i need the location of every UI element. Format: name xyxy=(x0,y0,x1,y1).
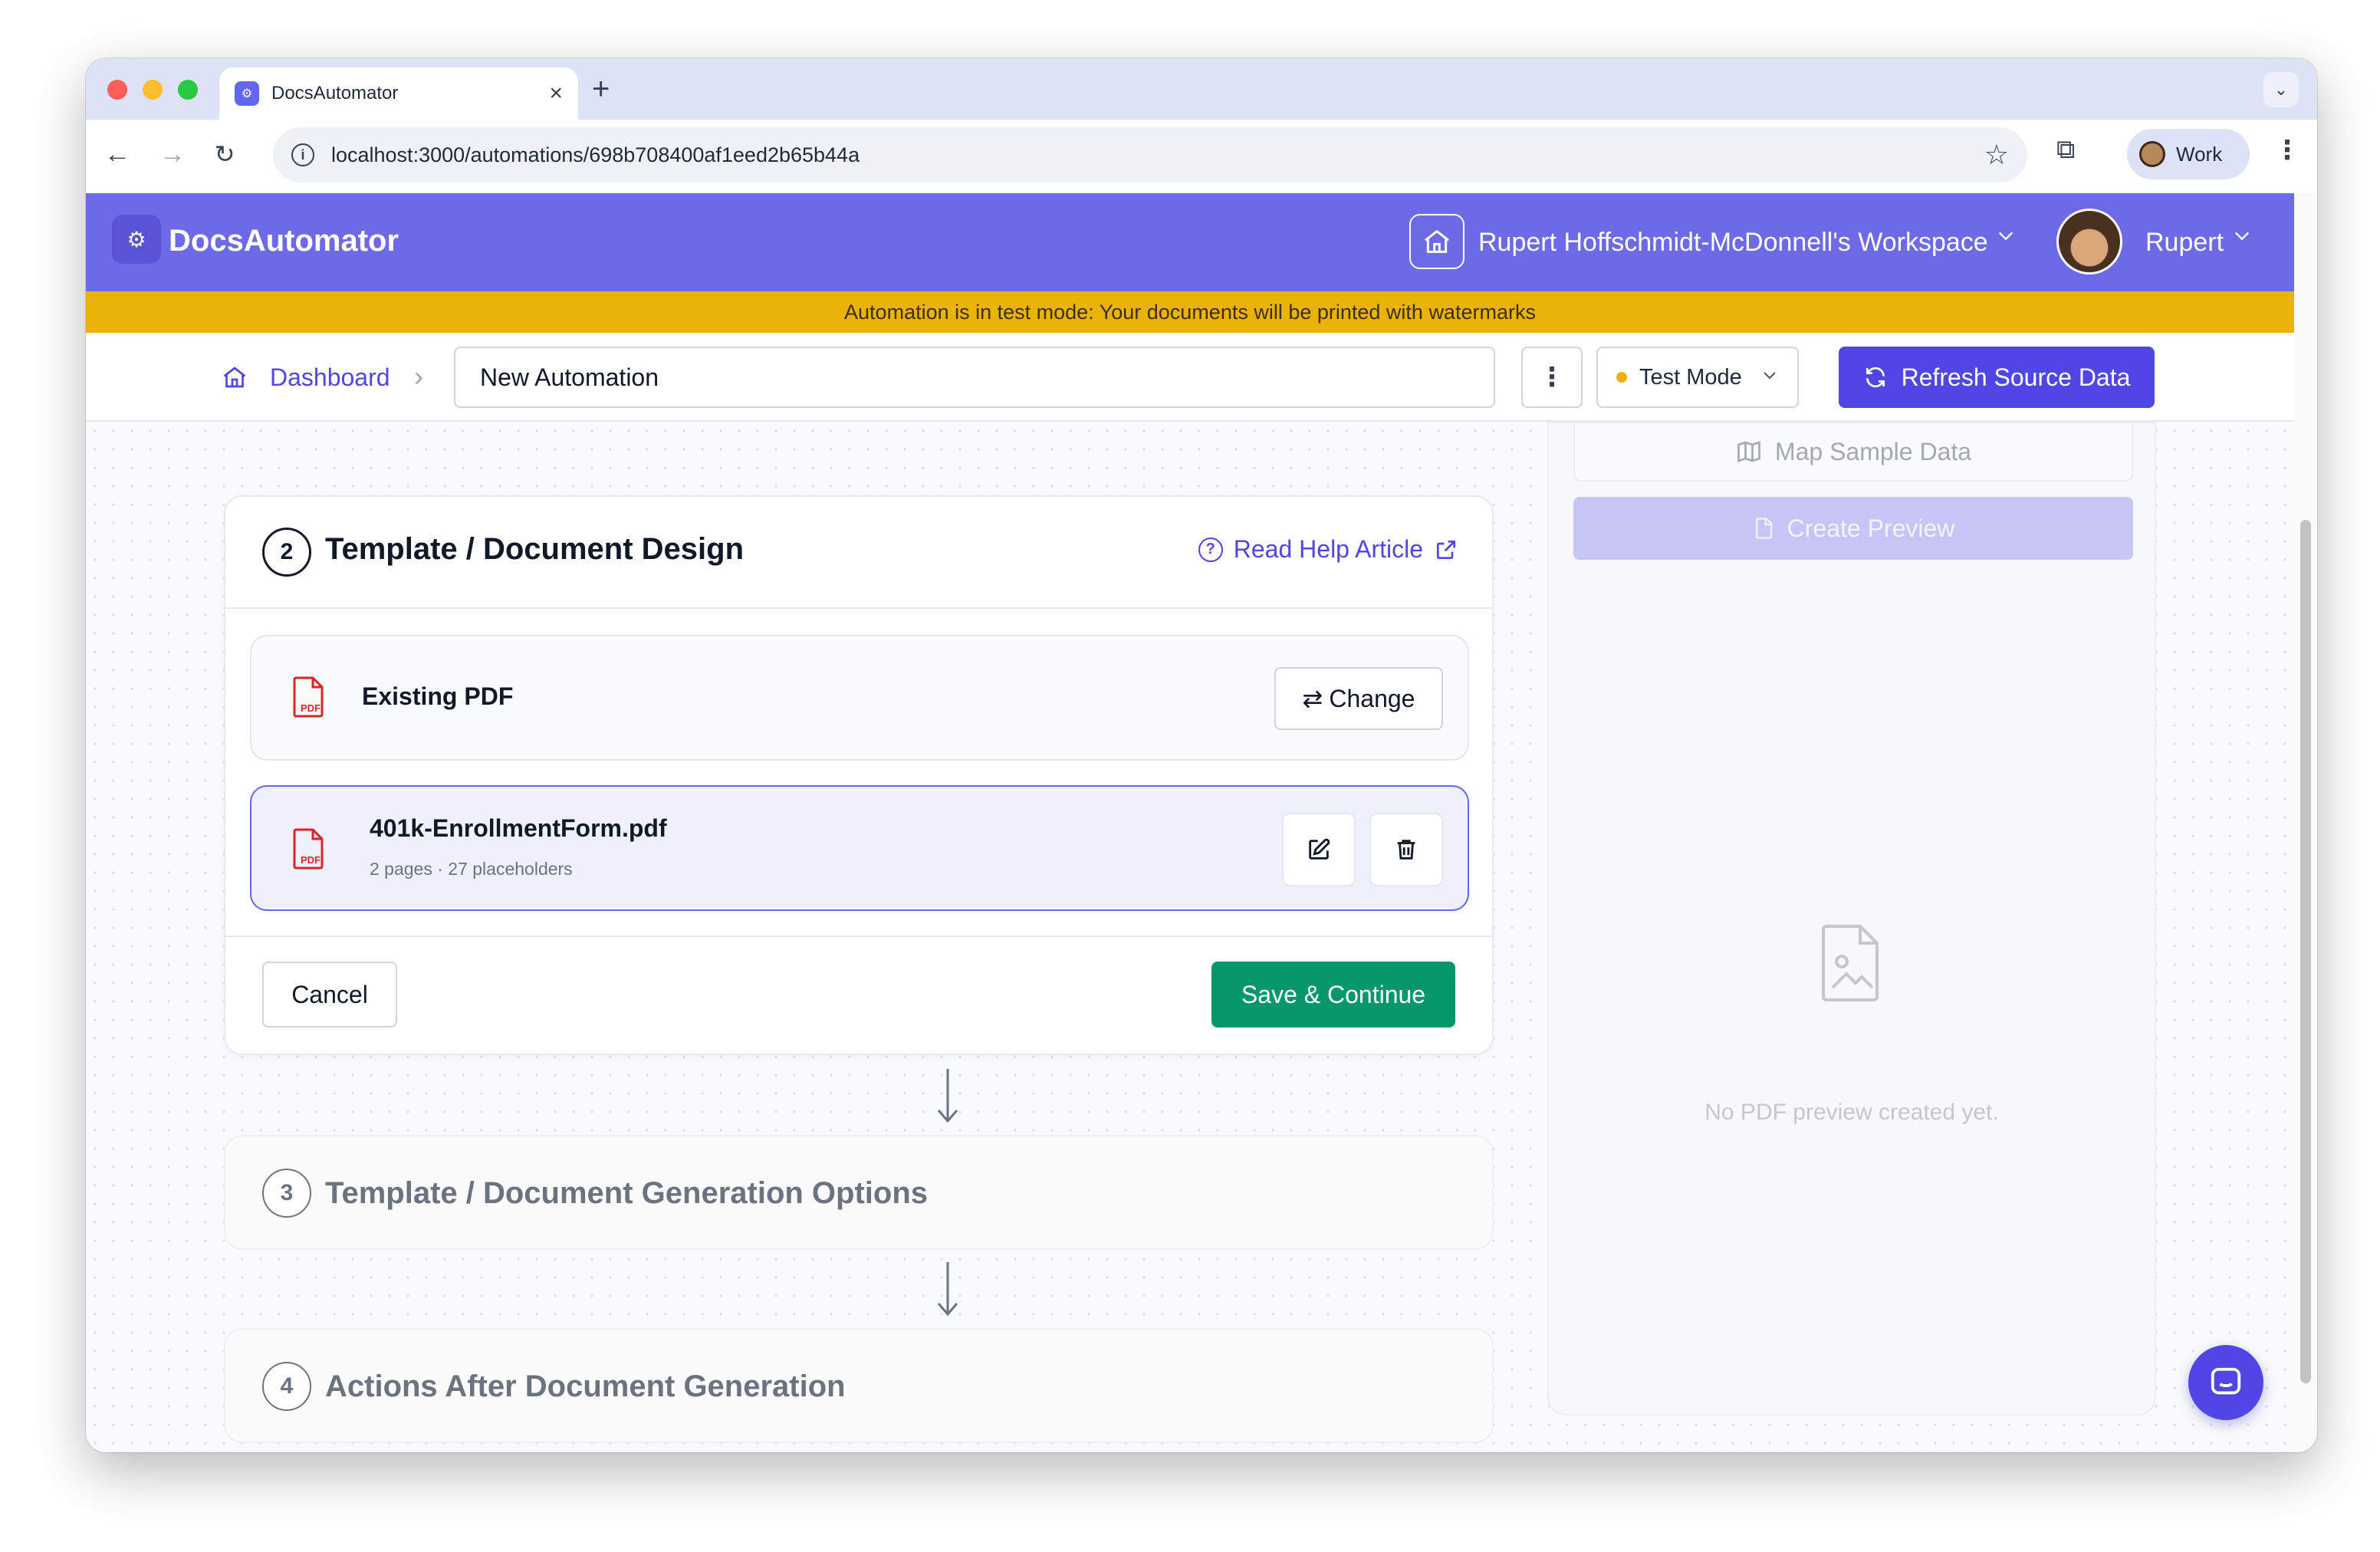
browser-window: ⚙ DocsAutomator × + ⌄ ← → ↻ i localhost:… xyxy=(86,58,2317,1452)
tab-strip: ⚙ DocsAutomator × + ⌄ xyxy=(86,58,2317,120)
back-icon[interactable]: ← xyxy=(100,136,135,172)
close-tab-icon[interactable]: × xyxy=(549,81,563,107)
delete-file-button[interactable] xyxy=(1369,813,1443,886)
cancel-button[interactable]: Cancel xyxy=(262,962,397,1028)
step-4-card[interactable]: 4 Actions After Document Generation xyxy=(224,1328,1494,1443)
create-preview-label: Create Preview xyxy=(1787,514,1955,542)
browser-tab[interactable]: ⚙ DocsAutomator × xyxy=(219,67,578,120)
refresh-source-data-button[interactable]: Refresh Source Data xyxy=(1839,347,2155,408)
chevron-right-icon: › xyxy=(414,360,423,392)
file-meta: 2 pages · 27 placeholders xyxy=(370,859,573,879)
reload-icon[interactable]: ↻ xyxy=(207,136,242,172)
page-scrollbar[interactable] xyxy=(2294,193,2317,1452)
external-link-icon xyxy=(1437,540,1455,559)
step-2-card: 2 Template / Document Design ? Read Help… xyxy=(224,495,1494,1055)
save-continue-button[interactable]: Save & Continue xyxy=(1211,962,1455,1028)
scroll-thumb[interactable] xyxy=(2300,520,2311,1383)
create-preview-button[interactable]: Create Preview xyxy=(1573,497,2133,560)
mode-select[interactable]: Test Mode xyxy=(1596,347,1799,408)
pdf-file-icon: PDF xyxy=(293,676,324,718)
user-avatar[interactable] xyxy=(2056,209,2122,275)
trash-icon xyxy=(1397,840,1415,860)
map-icon xyxy=(1737,441,1760,462)
source-type-box: PDF Existing PDF ⇄ Change xyxy=(250,635,1469,761)
step-3-card[interactable]: 3 Template / Document Generation Options xyxy=(224,1135,1494,1250)
favicon-icon: ⚙ xyxy=(235,81,259,106)
chat-widget-button[interactable] xyxy=(2188,1345,2263,1420)
maximize-window-button[interactable] xyxy=(178,80,198,100)
arrow-down-icon xyxy=(937,1262,958,1317)
chevron-down-icon[interactable] xyxy=(2231,224,2253,252)
file-icon xyxy=(1755,518,1772,539)
more-options-button[interactable]: ⋮ xyxy=(1521,347,1583,408)
refresh-icon xyxy=(1866,367,1885,388)
map-sample-data-button[interactable]: Map Sample Data xyxy=(1573,423,2133,482)
mode-label: Test Mode xyxy=(1639,364,1742,390)
file-image-icon xyxy=(1822,925,1879,1001)
user-menu[interactable]: Rupert xyxy=(2145,228,2224,258)
change-label: Change xyxy=(1329,684,1415,712)
browser-menu-icon[interactable]: ⋮ xyxy=(2274,135,2300,166)
app-logo-text[interactable]: DocsAutomator xyxy=(169,224,399,258)
map-sample-data-label: Map Sample Data xyxy=(1774,437,1972,465)
edit-icon xyxy=(1309,838,1330,860)
step-title: Template / Document Generation Options xyxy=(325,1176,929,1210)
help-link-label: Read Help Article xyxy=(1233,535,1423,563)
edit-file-button[interactable] xyxy=(1282,813,1356,886)
change-button[interactable]: ⇄ Change xyxy=(1274,667,1443,730)
chat-icon xyxy=(2211,1367,2241,1395)
workspace-selector[interactable]: Rupert Hoffschmidt-McDonnell's Workspace xyxy=(1478,228,1988,258)
swap-icon: ⇄ xyxy=(1302,685,1323,712)
new-tab-icon[interactable]: + xyxy=(592,72,610,107)
test-mode-banner: Automation is in test mode: Your documen… xyxy=(86,291,2294,333)
source-type-label: Existing PDF xyxy=(362,682,514,710)
read-help-article-link[interactable]: ? Read Help Article xyxy=(1198,535,1458,564)
close-window-button[interactable] xyxy=(107,80,127,100)
tab-search-icon[interactable]: ⌄ xyxy=(2263,72,2299,107)
forward-icon[interactable]: → xyxy=(155,136,190,172)
selected-file-box[interactable]: PDF 401k-EnrollmentForm.pdf 2 pages · 27… xyxy=(250,785,1469,911)
file-name: 401k-EnrollmentForm.pdf xyxy=(370,814,667,842)
workspace-home-icon[interactable] xyxy=(1409,214,1464,269)
divider xyxy=(225,935,1492,937)
chevron-down-icon xyxy=(1760,366,1779,390)
automation-toolbar: Dashboard › ⋮ Test Mode Refresh Source D… xyxy=(86,333,2294,422)
address-bar[interactable]: i localhost:3000/automations/698b708400a… xyxy=(273,127,2027,182)
automation-name-input[interactable] xyxy=(454,347,1495,408)
step-title: Actions After Document Generation xyxy=(325,1370,846,1403)
app-header: ⚙ DocsAutomator Rupert Hoffschmidt-McDon… xyxy=(86,193,2294,291)
bookmark-star-icon[interactable]: ☆ xyxy=(1984,139,2009,171)
browser-toolbar: ← → ↻ i localhost:3000/automations/698b7… xyxy=(86,120,2317,193)
profile-avatar xyxy=(2139,141,2165,167)
pdf-file-icon: PDF xyxy=(293,828,324,870)
minimize-window-button[interactable] xyxy=(143,80,163,100)
site-info-icon[interactable]: i xyxy=(291,143,314,166)
divider xyxy=(225,607,1492,609)
step-title: Template / Document Design xyxy=(325,532,745,566)
refresh-label: Refresh Source Data xyxy=(1901,363,2131,391)
pdf-badge: PDF xyxy=(301,702,321,714)
main-content: 2 Template / Document Design ? Read Help… xyxy=(86,422,2294,1452)
profile-chip[interactable]: Work xyxy=(2127,129,2250,179)
tab-title: DocsAutomator xyxy=(271,83,399,104)
url-text[interactable]: localhost:3000/automations/698b708400af1… xyxy=(331,143,1984,167)
chevron-down-icon[interactable] xyxy=(1995,224,2017,252)
breadcrumb-dashboard[interactable]: Dashboard xyxy=(270,363,390,392)
step-number: 2 xyxy=(262,528,311,577)
pdf-badge: PDF xyxy=(301,854,321,866)
arrow-down-icon xyxy=(937,1069,958,1123)
logo-icon: ⚙ xyxy=(112,215,161,264)
profile-label: Work xyxy=(2176,142,2223,166)
empty-preview-text: No PDF preview created yet. xyxy=(1704,1100,1999,1125)
extensions-icon[interactable]: ⧉ xyxy=(2056,135,2075,165)
step-number: 4 xyxy=(262,1362,311,1411)
home-icon[interactable] xyxy=(221,363,248,398)
step-number: 3 xyxy=(262,1169,311,1218)
preview-panel: Map Sample Data Create Preview No PDF pr… xyxy=(1547,422,2156,1416)
test-mode-dot xyxy=(1616,372,1627,383)
help-icon: ? xyxy=(1198,537,1223,562)
